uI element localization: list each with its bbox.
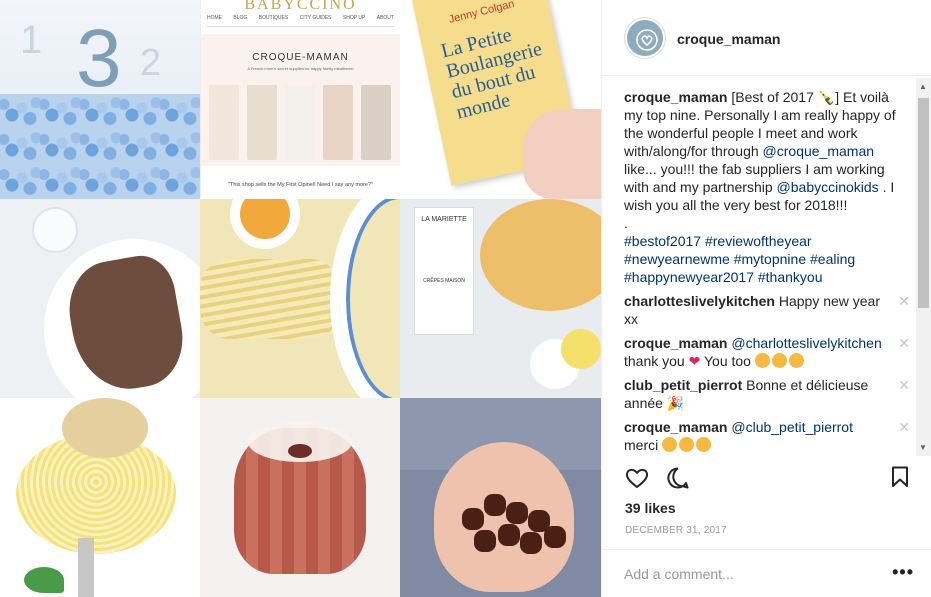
cake-center [288,444,312,458]
username-link[interactable]: croque_maman [677,31,780,47]
website-title: CROQUE-MAMAN [252,52,349,63]
herb-leaf [24,567,64,593]
mention-link[interactable]: @babyccinokids [777,179,879,195]
hands [434,442,574,592]
tile-crepe-mix: LA MARIETTE CRÊPES MAISON [400,199,601,398]
tile-kouglof [200,398,400,597]
caption-dot: . [624,215,628,231]
comment-username[interactable]: club_petit_pierrot [624,377,742,393]
comment-item: club_petit_pierrot Bonne et délicieuse a… [624,376,910,412]
canele [544,526,566,548]
number-one: 1 [20,18,43,62]
tile-ramen [200,199,400,398]
comment-item: croque_maman @club_petit_pierrot merci ✕ [624,418,910,454]
comment-username[interactable]: croque_maman [624,419,727,435]
canele [520,532,542,554]
bowl-rim [330,199,400,398]
add-comment-input[interactable] [624,564,874,584]
heart-logo-icon [636,29,658,51]
number-three: 3 [76,13,122,104]
heart-outline-icon[interactable] [624,466,650,490]
tile-book: Jenny Colgan La Petite Boulangerie du bo… [400,0,601,199]
mention-link[interactable]: @club_petit_pierrot [731,419,853,435]
mention-link[interactable]: @croque_maman [763,143,875,159]
post-actions [624,464,910,494]
caption: croque_maman [Best of 2017 🍾] Et voilà m… [624,88,910,286]
close-icon[interactable]: ✕ [898,334,910,352]
avatar[interactable] [625,18,665,58]
scrollbar-thumb[interactable] [918,98,929,308]
speech-bubble-icon[interactable] [666,466,690,490]
website-subtitle: A French mum's secret supplies for happy… [247,66,354,71]
lemon [561,329,601,369]
box-sub: CRÊPES MAISON [423,278,465,284]
post-header: croque_maman [602,0,931,76]
noodles [200,259,340,339]
bookmark-icon[interactable] [891,466,909,488]
comment-text: merci [624,437,659,453]
tile-pasta-scallop [0,398,200,597]
likes-count[interactable]: 39 likes [625,500,676,516]
canele [462,508,484,530]
hashtags[interactable]: #bestof2017 #reviewoftheyear #newyearnew… [624,232,910,286]
party-popper-emoji-icon: 🎉 [666,395,685,411]
website-products [209,85,400,160]
comment-text: You too [703,353,751,369]
comments-list: croque_maman [Best of 2017 🍾] Et voilà m… [624,88,910,456]
tile-buckwheat-crepe [0,199,200,398]
fork [78,538,94,597]
tile-caneles-hands [400,398,601,597]
post-image[interactable]: 1 3 2 BABYCCINO HOME BLOG BOUTIQUES CITY… [0,0,601,597]
kiss-emoji-icon [788,353,804,368]
comments-scrollbar[interactable]: ▲ ▼ [916,78,931,456]
comment-item: charlotteslivelykitchen Happy new year x… [624,292,910,328]
box-label: LA MARIETTE [421,216,467,223]
canele [474,530,496,552]
canele [484,494,506,516]
kiss-emoji-icon [696,437,712,452]
babyccino-logo: BABYCCINO [244,0,357,13]
post-side-panel: croque_maman croque_maman [Best of 2017 … [601,0,931,597]
pancake [480,199,601,311]
kiss-emoji-icon [662,437,678,452]
website-nav: HOME BLOG BOUTIQUES CITY GUIDES SHOP UP … [207,15,394,27]
caption-username[interactable]: croque_maman [624,89,727,105]
red-heart-emoji-icon: ❤ [688,353,701,369]
mention-link[interactable]: @charlotteslivelykitchen [731,335,881,351]
website-quote: "This shop sells the My First Opinel! Ne… [228,182,373,188]
comment-item: croque_maman @charlotteslivelykitchen th… [624,334,910,370]
blue-sprinkles [0,94,200,199]
kiss-emoji-icon [754,353,770,368]
comment-username[interactable]: croque_maman [624,335,727,351]
comment-username[interactable]: charlotteslivelykitchen [624,293,775,309]
number-two: 2 [140,42,162,84]
canele [506,502,528,524]
kiss-emoji-icon [771,353,787,368]
glass [32,207,78,253]
tile-top-nine-number: 1 3 2 [0,0,200,199]
add-comment-bar: ••• [602,549,931,597]
close-icon[interactable]: ✕ [898,292,910,310]
canele [498,524,520,546]
tile-babyccino-website: BABYCCINO HOME BLOG BOUTIQUES CITY GUIDE… [200,0,400,199]
close-icon[interactable]: ✕ [898,376,910,394]
scroll-down-arrow-icon[interactable]: ▼ [919,443,927,452]
post-date: DECEMBER 31, 2017 [625,525,727,536]
hand [523,109,601,199]
comment-text: thank you [624,353,685,369]
crepe-mix-box: LA MARIETTE CRÊPES MAISON [414,207,474,335]
scallop [62,398,148,458]
close-icon[interactable]: ✕ [898,418,910,436]
more-options-icon[interactable]: ••• [892,562,914,583]
scroll-up-arrow-icon[interactable]: ▲ [919,82,927,91]
kiss-emoji-icon [679,437,695,452]
